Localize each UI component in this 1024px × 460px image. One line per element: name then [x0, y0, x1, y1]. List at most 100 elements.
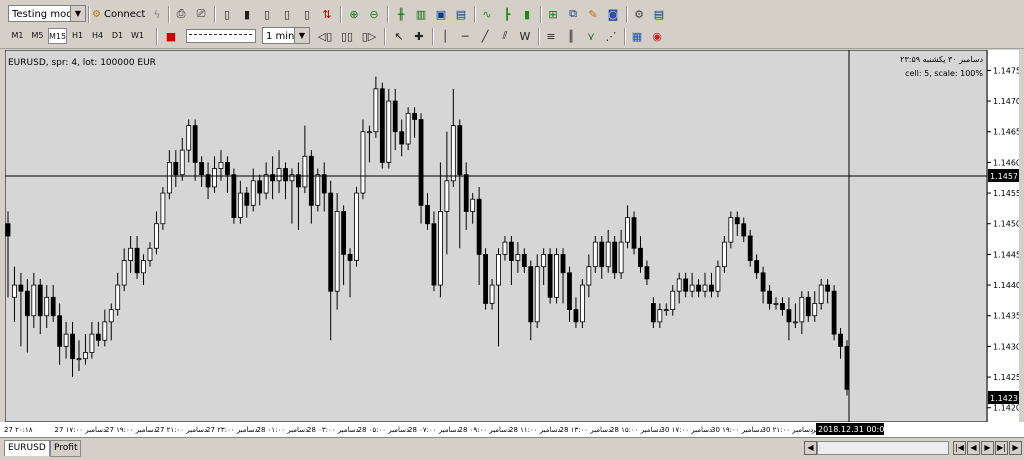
save-disk-icon[interactable]: ◙ — [604, 5, 622, 23]
save-file-icon[interactable]: ▯ — [278, 5, 296, 23]
connect-button[interactable]: ⚙ Connect — [92, 6, 145, 22]
bars-icon[interactable]: ┣ — [498, 5, 516, 23]
candle-body-bear — [425, 204, 430, 225]
candle-body-bull — [579, 284, 585, 323]
timeframe-m1-button[interactable]: M1 — [8, 28, 27, 44]
candle-body-bull — [728, 217, 734, 243]
settings-gear-icon[interactable]: ⚙ — [630, 5, 648, 23]
candle-body-bear — [612, 241, 618, 274]
horizontal-scrollbar[interactable] — [817, 441, 949, 455]
add-indicator-icon[interactable]: ⊞ — [544, 5, 562, 23]
timeframe-m5-button[interactable]: M5 — [28, 28, 47, 44]
chart-template-icon[interactable]: ▮ — [238, 5, 256, 23]
candle-body-bear — [50, 296, 56, 317]
candle-body-bear — [328, 192, 334, 292]
print-preview-icon[interactable]: ⎚ — [192, 5, 210, 23]
fan-icon[interactable]: ⋎ — [582, 27, 600, 45]
tab-profit[interactable]: Profit — [50, 440, 82, 457]
scroll-next-icon[interactable]: ▶ — [981, 441, 994, 455]
stop-icon[interactable]: ■ — [162, 27, 180, 45]
timeframe-d1-button[interactable]: D1 — [108, 28, 127, 44]
lightning-icon[interactable]: ϟ — [148, 5, 166, 23]
candle — [612, 236, 618, 279]
scroll-last-icon[interactable]: ▶| — [995, 441, 1008, 455]
candles-icon[interactable]: ▮ — [518, 5, 536, 23]
candle-body-bull — [721, 241, 727, 268]
candle-body-bear — [57, 315, 63, 347]
scroll-prev-icon[interactable]: ◀ — [967, 441, 980, 455]
timeframe-m15-button[interactable]: M15 — [48, 28, 67, 44]
candle-body-bull — [250, 180, 256, 206]
fibo-icon[interactable]: ≡ — [542, 27, 560, 45]
chart-properties-icon[interactable]: ▦ — [628, 27, 646, 45]
price-label: 1.1465 — [993, 128, 1019, 137]
text-tool-icon[interactable]: W — [516, 27, 534, 45]
vertical-line-icon[interactable]: │ — [436, 27, 454, 45]
candle-body-bear — [547, 253, 553, 298]
crosshair-icon[interactable]: ✚ — [410, 27, 428, 45]
candlestick-icon[interactable]: ▥ — [412, 5, 430, 23]
time-label: 28 دسامبر ۱۳:۰۰ — [560, 426, 612, 434]
sort-icon[interactable]: ⇅ — [318, 5, 336, 23]
scroll-first-icon[interactable]: |◀ — [953, 441, 966, 455]
windows-icon[interactable]: ⧉ — [564, 5, 582, 23]
price-label: 1.1475 — [993, 66, 1019, 75]
candle-body-bull — [812, 303, 818, 317]
price-label: 1.1420 — [993, 404, 1019, 413]
print-icon[interactable]: ⎙ — [172, 5, 190, 23]
candle-body-bear — [683, 278, 689, 292]
candle-body-bull — [592, 241, 598, 268]
color-palette-icon[interactable]: ◉ — [648, 27, 666, 45]
candle — [379, 82, 385, 169]
candle-body-bear — [412, 112, 417, 120]
candle-body-bull — [237, 192, 243, 218]
zoom-out-icon[interactable]: ⊖ — [365, 5, 383, 23]
timeframe-h1-button[interactable]: H1 — [68, 28, 87, 44]
brush-icon[interactable]: ✎ — [584, 5, 602, 23]
candle-body-bull — [444, 180, 450, 212]
new-chart-icon[interactable]: ▯ — [218, 5, 236, 23]
candle-body-bear — [631, 217, 637, 249]
zoom-in-icon[interactable]: ⊕ — [345, 5, 363, 23]
candle-body-bear — [37, 284, 43, 317]
candle-body-bear — [257, 180, 263, 194]
connect-icon: ⚙ — [92, 8, 101, 20]
candle-body-bear — [747, 235, 753, 261]
candle-body-bear — [805, 296, 811, 317]
timeframe-toolbar: M1 M5 M15 H1 H4 D1 W1 ■ 1 min ▼ ◁▯ ▯▯ ▯▷ ↖ ✚ │… — [0, 24, 1024, 49]
fibo-time-icon[interactable]: ║ — [562, 27, 580, 45]
horizontal-line-icon[interactable]: ─ — [456, 27, 474, 45]
gann-icon[interactable]: ⋰ — [602, 27, 620, 45]
candle-body-bear — [418, 119, 424, 206]
candle — [431, 211, 437, 292]
price-chart[interactable]: 1.1475 1.1470 1.1465 1.1460 1.1455 1.1450 1.14… — [5, 50, 1019, 422]
candle — [386, 88, 392, 169]
speed-select[interactable]: 1 min ▼ — [262, 27, 310, 44]
trendline-icon[interactable]: ╱ — [476, 27, 494, 45]
step-forward-icon[interactable]: ▯▷ — [360, 27, 378, 45]
line-chart-icon[interactable]: ∿ — [478, 5, 496, 23]
split-window-icon[interactable]: ▤ — [452, 5, 470, 23]
export-icon[interactable]: ▯ — [298, 5, 316, 23]
candle-body-bull — [276, 168, 282, 182]
tab-eurusd[interactable]: EURUSD — [4, 440, 50, 456]
step-icon[interactable]: ▯▯ — [338, 27, 356, 45]
mode-select[interactable]: Testing mode ▼ — [8, 5, 86, 22]
timeframe-w1-button[interactable]: W1 — [128, 28, 147, 44]
scroll-end-icon[interactable]: ▶ — [1009, 441, 1022, 455]
properties-icon[interactable]: ▤ — [650, 5, 668, 23]
candle-body-bear — [173, 162, 179, 176]
speed-slider[interactable] — [186, 29, 256, 43]
open-file-icon[interactable]: ▯ — [258, 5, 276, 23]
candle-body-bear — [780, 303, 785, 310]
candle — [354, 186, 359, 267]
scroll-left-icon[interactable]: ◀ — [804, 441, 817, 455]
timeframe-h4-button[interactable]: H4 — [88, 28, 107, 44]
channel-icon[interactable]: ⫽ — [496, 27, 514, 45]
bar-chart-icon[interactable]: ╫ — [392, 5, 410, 23]
step-back-icon[interactable]: ◁▯ — [316, 27, 334, 45]
cursor-icon[interactable]: ↖ — [390, 27, 408, 45]
candle-body-bull — [715, 266, 721, 292]
candle-body-bear — [709, 284, 714, 292]
tile-windows-icon[interactable]: ▣ — [432, 5, 450, 23]
